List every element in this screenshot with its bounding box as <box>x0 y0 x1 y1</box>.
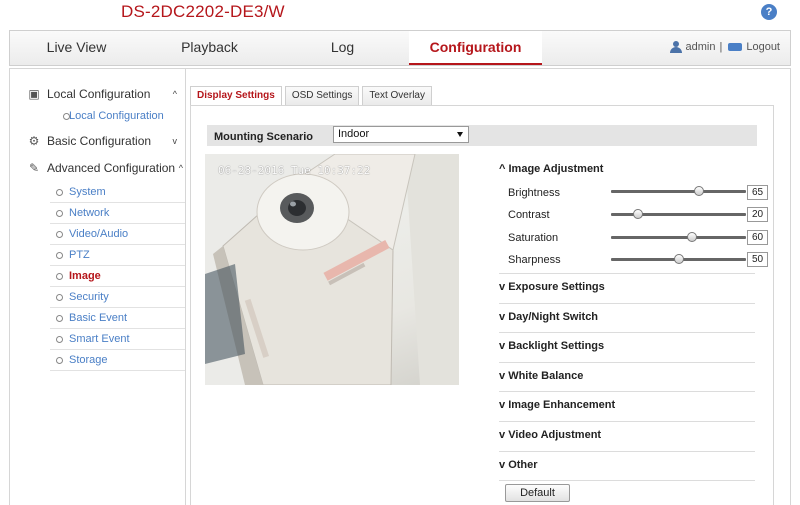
monitor-icon: ▣ <box>28 87 40 101</box>
sidebar-section-label: Local Configuration <box>47 87 151 101</box>
sidebar-item-local-configuration[interactable]: Local Configuration <box>57 106 185 127</box>
section-title: Image Enhancement <box>508 399 616 411</box>
sidebar-item-security[interactable]: Security <box>50 287 185 308</box>
sharpness-value[interactable]: 50 <box>747 252 768 267</box>
video-scene <box>205 154 459 385</box>
chevron-down-icon: v <box>499 399 506 411</box>
sharpness-slider[interactable] <box>611 254 746 264</box>
section-title: Other <box>508 459 538 471</box>
sharpness-label: Sharpness <box>508 254 561 266</box>
chevron-down-icon: v <box>499 340 506 352</box>
gear-icon: ⚙ <box>28 134 40 148</box>
wrench-icon: ✎ <box>28 161 40 175</box>
tab-configuration[interactable]: Configuration <box>409 31 542 65</box>
default-button[interactable]: Default <box>505 484 570 502</box>
section-image-enhancement[interactable]: v Image Enhancement <box>499 399 615 411</box>
tab-text-overlay[interactable]: Text Overlay <box>362 86 432 105</box>
sidebar-item-storage[interactable]: Storage <box>50 350 185 371</box>
user-area: admin | Logout <box>669 41 780 53</box>
brightness-label: Brightness <box>508 187 560 199</box>
section-divider <box>499 273 755 274</box>
chevron-down-icon: v <box>499 281 506 293</box>
tab-playback[interactable]: Playback <box>143 31 276 65</box>
section-title: Exposure Settings <box>508 281 605 293</box>
user-icon <box>669 41 682 53</box>
chevron-up-icon: ^ <box>178 163 183 173</box>
slider-thumb[interactable] <box>673 254 684 264</box>
sidebar-item-smart-event[interactable]: Smart Event <box>50 329 185 350</box>
section-other[interactable]: v Other <box>499 459 538 471</box>
sidebar-divider <box>185 68 186 505</box>
contrast-label: Contrast <box>508 209 550 221</box>
mounting-scenario-label: Mounting Scenario <box>214 131 313 143</box>
sidebar-section-advanced[interactable]: ✎ Advanced Configuration ^ <box>17 156 185 180</box>
brightness-slider[interactable] <box>611 186 746 196</box>
sidebar-item-system[interactable]: System <box>50 182 185 203</box>
section-divider <box>499 391 755 392</box>
sidebar-item-video-audio[interactable]: Video/Audio <box>50 224 185 245</box>
chevron-up-icon: ^ <box>499 163 506 175</box>
sidebar-section-label: Advanced Configuration <box>47 161 176 175</box>
section-divider <box>499 421 755 422</box>
saturation-value[interactable]: 60 <box>747 230 768 245</box>
section-title: Day/Night Switch <box>508 311 599 323</box>
mounting-scenario-value: Indoor <box>338 128 370 140</box>
section-title: Image Adjustment <box>508 163 604 175</box>
logout-link[interactable]: Logout <box>746 41 780 53</box>
tab-log[interactable]: Log <box>276 31 409 65</box>
chevron-down-icon: v <box>499 311 506 323</box>
video-osd-timestamp: 06-28-2016 Tue 10:37:22 <box>218 164 371 177</box>
mounting-scenario-select[interactable]: Indoor <box>333 126 469 143</box>
help-icon[interactable]: ? <box>761 4 777 20</box>
device-model-title: DS-2DC2202-DE3/W <box>121 2 285 21</box>
slider-thumb[interactable] <box>633 209 643 219</box>
live-video-preview: 06-28-2016 Tue 10:37:22 <box>205 154 459 385</box>
logout-icon[interactable] <box>728 43 743 51</box>
section-title: White Balance <box>508 370 584 382</box>
contrast-slider[interactable] <box>611 209 746 219</box>
main-nav: Live View Playback Log Configuration adm… <box>9 30 791 66</box>
dropdown-arrow-icon <box>457 132 463 137</box>
chevron-down-icon: v <box>499 370 506 382</box>
sidebar-item-ptz[interactable]: PTZ <box>50 245 185 266</box>
saturation-label: Saturation <box>508 232 559 244</box>
slider-thumb[interactable] <box>687 232 697 242</box>
sidebar-section-label: Basic Configuration <box>47 134 152 148</box>
section-white-balance[interactable]: v White Balance <box>499 370 583 382</box>
user-separator: | <box>719 41 723 53</box>
chevron-down-icon: v <box>499 429 506 441</box>
section-divider <box>499 480 755 481</box>
settings-tabs: Display Settings OSD Settings Text Overl… <box>190 86 435 106</box>
image-adjustment-header[interactable]: ^ Image Adjustment <box>499 163 603 175</box>
section-title: Backlight Settings <box>508 340 605 352</box>
section-title: Video Adjustment <box>508 429 602 441</box>
contrast-value[interactable]: 20 <box>747 207 768 222</box>
sidebar: ▣ Local Configuration ^ Local Configurat… <box>17 82 185 371</box>
slider-thumb[interactable] <box>693 186 704 196</box>
section-video-adjustment[interactable]: v Video Adjustment <box>499 429 601 441</box>
saturation-slider[interactable] <box>611 232 746 242</box>
sidebar-item-network[interactable]: Network <box>50 203 185 224</box>
chevron-down-icon: v <box>172 136 178 146</box>
section-day-night-switch[interactable]: v Day/Night Switch <box>499 311 598 323</box>
section-backlight-settings[interactable]: v Backlight Settings <box>499 340 604 352</box>
tab-live-view[interactable]: Live View <box>10 31 143 65</box>
sidebar-section-local[interactable]: ▣ Local Configuration ^ <box>17 82 185 106</box>
sidebar-item-basic-event[interactable]: Basic Event <box>50 308 185 329</box>
section-divider <box>499 332 755 333</box>
chevron-up-icon: ^ <box>172 89 177 99</box>
section-divider <box>499 303 755 304</box>
tab-osd-settings[interactable]: OSD Settings <box>284 86 360 105</box>
brightness-value[interactable]: 65 <box>747 185 768 200</box>
section-divider <box>499 362 755 363</box>
tab-display-settings[interactable]: Display Settings <box>190 86 282 106</box>
sidebar-section-basic[interactable]: ⚙ Basic Configuration v <box>17 129 185 153</box>
section-exposure-settings[interactable]: v Exposure Settings <box>499 281 605 293</box>
username: admin <box>685 41 716 53</box>
sidebar-item-image[interactable]: Image <box>50 266 185 287</box>
section-divider <box>499 451 755 452</box>
chevron-down-icon: v <box>499 459 506 471</box>
